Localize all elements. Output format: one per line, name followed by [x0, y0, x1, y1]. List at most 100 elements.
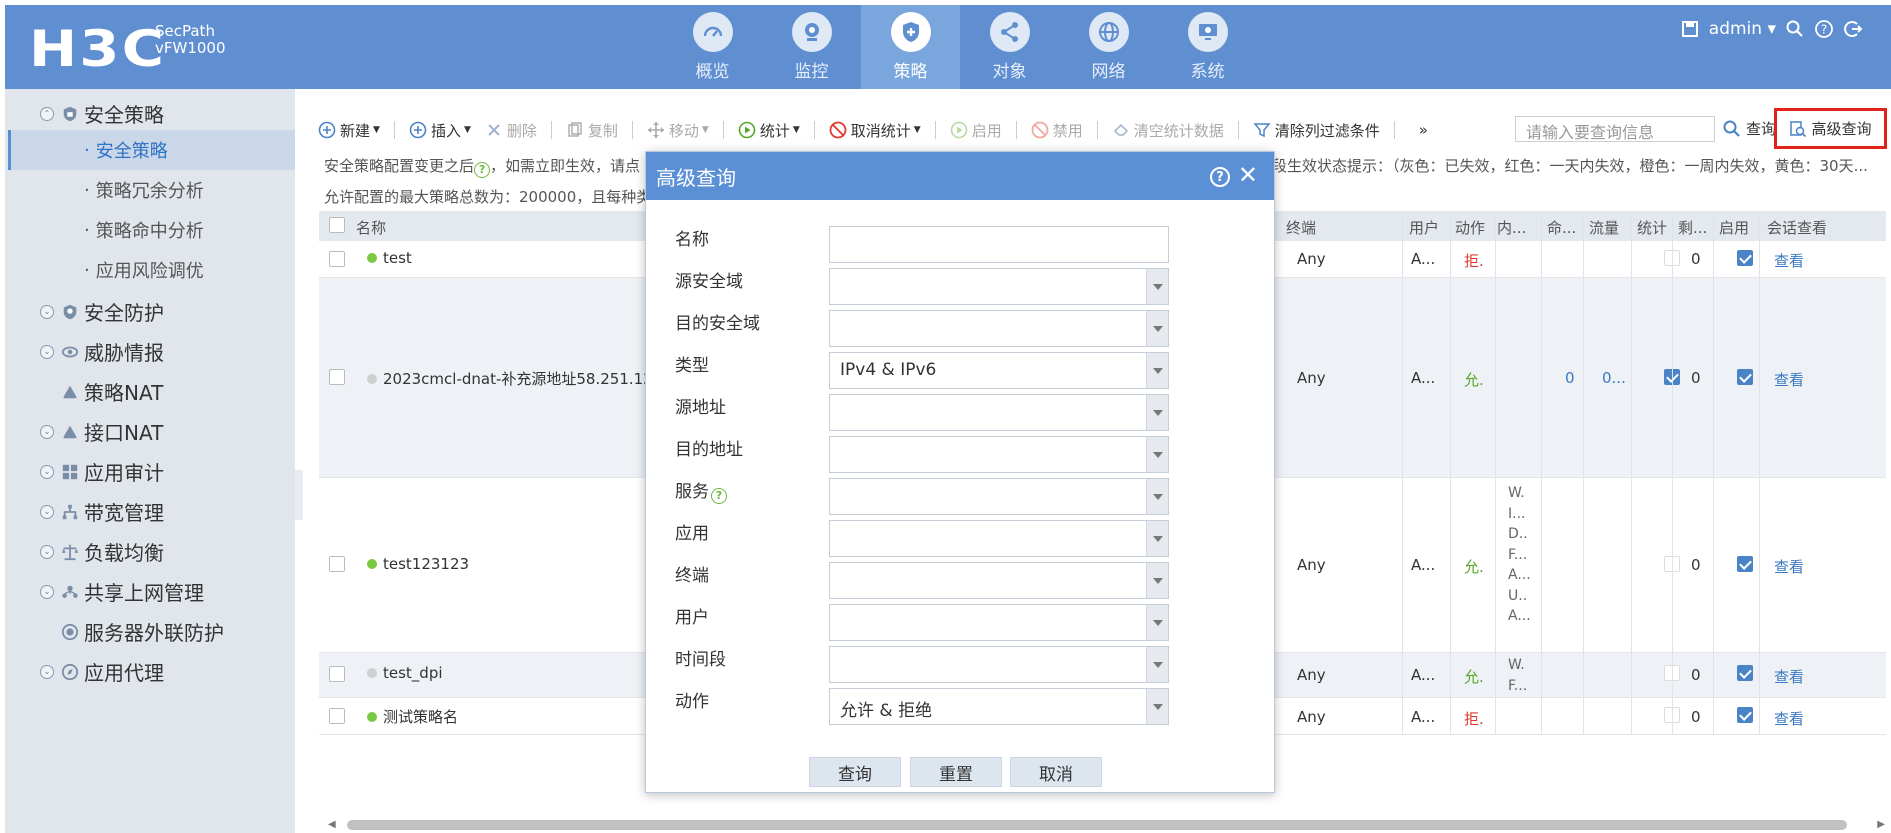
row-checkbox[interactable] — [329, 666, 345, 682]
search-button[interactable]: 查询 — [1722, 118, 1776, 139]
sidebar-group-app-audit[interactable]: ⌄ 应用审计 — [40, 457, 164, 486]
sidebar-sub-security-policy[interactable]: · 安全策略 — [8, 130, 295, 170]
col-remain[interactable]: 剩... — [1678, 217, 1707, 238]
search-icon[interactable] — [1785, 19, 1805, 39]
chevron-down-icon[interactable] — [1146, 521, 1168, 556]
sidebar-group-bandwidth[interactable]: ⌄ 带宽管理 — [40, 497, 164, 526]
user-select[interactable] — [829, 604, 1169, 641]
chevron-down-icon[interactable] — [1146, 269, 1168, 304]
traffic-cell[interactable]: 0... — [1602, 369, 1626, 387]
view-session-link[interactable]: 查看 — [1774, 666, 1804, 687]
search-input[interactable]: 请输入要查询信息 — [1515, 116, 1715, 142]
terminal-select[interactable] — [829, 562, 1169, 599]
sidebar-sub-hit-analysis[interactable]: · 策略命中分析 — [8, 210, 295, 250]
help-icon[interactable]: ? — [474, 161, 491, 178]
close-icon[interactable]: ✕ — [1238, 163, 1258, 187]
row-checkbox[interactable] — [329, 251, 345, 267]
chevron-down-icon[interactable] — [1146, 437, 1168, 472]
view-session-link[interactable]: 查看 — [1774, 369, 1804, 390]
col-name[interactable]: 名称 — [356, 217, 386, 238]
chevron-down-icon[interactable] — [1146, 353, 1168, 388]
row-checkbox[interactable] — [329, 708, 345, 724]
scrollbar-thumb[interactable] — [347, 820, 1847, 830]
scroll-left-arrow[interactable]: ◀ — [328, 819, 336, 830]
nav-objects[interactable]: 对象 — [960, 5, 1059, 89]
sidebar-group-load-balance[interactable]: ⌄ 负载均衡 — [40, 537, 164, 566]
sidebar-group-security-policy[interactable]: ⌃ 安全策略 — [40, 99, 164, 128]
col-hits[interactable]: 命... — [1547, 217, 1576, 238]
save-icon[interactable] — [1680, 19, 1700, 39]
col-session-view[interactable]: 会话查看 — [1767, 217, 1827, 238]
row-checkbox[interactable] — [329, 369, 345, 385]
delete-button[interactable]: 删除 — [485, 120, 537, 141]
cancel-stats-button[interactable]: 取消统计 ▼ — [829, 120, 921, 141]
sidebar-group-security-protection[interactable]: ⌄ 安全防护 — [40, 297, 164, 326]
nav-policy[interactable]: 策略 — [861, 5, 960, 89]
user-menu[interactable]: admin ▾ — [1709, 19, 1776, 39]
src-zone-select[interactable] — [829, 268, 1169, 305]
enabled-checkbox[interactable] — [1737, 707, 1753, 723]
type-select[interactable]: IPv4 & IPv6 — [829, 352, 1169, 389]
view-session-link[interactable]: 查看 — [1774, 556, 1804, 577]
more-button[interactable]: » — [1419, 121, 1428, 139]
chevron-down-icon[interactable] — [1146, 605, 1168, 640]
cancel-button[interactable]: 取消 — [1010, 757, 1102, 787]
copy-button[interactable]: 复制 — [566, 120, 618, 141]
scroll-right-arrow[interactable]: ▶ — [1877, 819, 1885, 830]
chevron-down-icon[interactable] — [1146, 395, 1168, 430]
advanced-search-button[interactable]: 高级查询 — [1774, 108, 1887, 149]
view-session-link[interactable]: 查看 — [1774, 708, 1804, 729]
chevron-down-icon[interactable] — [1146, 479, 1168, 514]
view-session-link[interactable]: 查看 — [1774, 250, 1804, 271]
sidebar-item-policy-nat[interactable]: 策略NAT — [60, 377, 163, 406]
col-terminal[interactable]: 终端 — [1286, 217, 1316, 238]
chevron-down-icon[interactable] — [1146, 689, 1168, 724]
insert-button[interactable]: 插入 ▼ — [409, 120, 471, 141]
chevron-down-icon[interactable] — [1146, 647, 1168, 682]
col-enabled[interactable]: 启用 — [1719, 217, 1749, 238]
horizontal-scrollbar[interactable]: ◀ ▶ — [325, 819, 1885, 831]
nav-system[interactable]: 系统 — [1158, 5, 1257, 89]
name-field[interactable] — [829, 226, 1169, 263]
service-select[interactable] — [829, 478, 1169, 515]
sidebar-group-interface-nat[interactable]: ⌄ 接口NAT — [40, 417, 163, 446]
sidebar-group-shared-internet[interactable]: ⌄ 共享上网管理 — [40, 577, 204, 606]
disable-button[interactable]: 禁用 — [1031, 120, 1083, 141]
sidebar-item-server-outbound[interactable]: 服务器外联防护 — [60, 617, 224, 646]
chevron-down-icon[interactable] — [1146, 311, 1168, 346]
col-stats[interactable]: 统计 — [1637, 217, 1667, 238]
query-button[interactable]: 查询 — [809, 757, 901, 787]
help-icon[interactable]: ? — [1814, 19, 1834, 39]
nav-monitor[interactable]: 监控 — [762, 5, 861, 89]
chevron-down-icon[interactable] — [1146, 563, 1168, 598]
dst-zone-select[interactable] — [829, 310, 1169, 347]
sidebar-group-app-proxy[interactable]: ⌄ 应用代理 — [40, 657, 164, 686]
new-button[interactable]: 新建 ▼ — [318, 120, 380, 141]
enabled-checkbox[interactable] — [1737, 369, 1753, 385]
src-addr-select[interactable] — [829, 394, 1169, 431]
clear-stats-button[interactable]: 清空统计数据 — [1112, 120, 1224, 141]
nav-overview[interactable]: 概览 — [663, 5, 762, 89]
action-select[interactable]: 允许 & 拒绝 — [829, 688, 1169, 725]
col-user[interactable]: 用户 — [1409, 217, 1439, 238]
sidebar-sub-redundancy[interactable]: · 策略冗余分析 — [8, 170, 295, 210]
logout-icon[interactable] — [1843, 19, 1863, 39]
help-icon[interactable]: ? — [1210, 167, 1230, 187]
sidebar-sub-app-risk[interactable]: · 应用风险调优 — [8, 250, 295, 290]
col-traffic[interactable]: 流量 — [1589, 217, 1619, 238]
enabled-checkbox[interactable] — [1737, 556, 1753, 572]
hits-cell[interactable]: 0 — [1565, 369, 1575, 387]
stats-button[interactable]: 统计 ▼ — [738, 120, 800, 141]
enabled-checkbox[interactable] — [1737, 665, 1753, 681]
move-button[interactable]: 移动 ▼ — [647, 120, 709, 141]
clear-filter-button[interactable]: 清除列过滤条件 — [1253, 120, 1380, 141]
sidebar-group-threat-intel[interactable]: ⌄ 威胁情报 — [40, 337, 164, 366]
row-checkbox[interactable] — [329, 556, 345, 572]
enable-button[interactable]: 启用 — [950, 120, 1002, 141]
app-select[interactable] — [829, 520, 1169, 557]
col-action[interactable]: 动作 — [1455, 217, 1485, 238]
reset-button[interactable]: 重置 — [910, 757, 1002, 787]
col-content[interactable]: 内... — [1497, 217, 1526, 238]
help-icon[interactable]: ? — [711, 487, 727, 504]
select-all-checkbox[interactable] — [329, 217, 345, 233]
